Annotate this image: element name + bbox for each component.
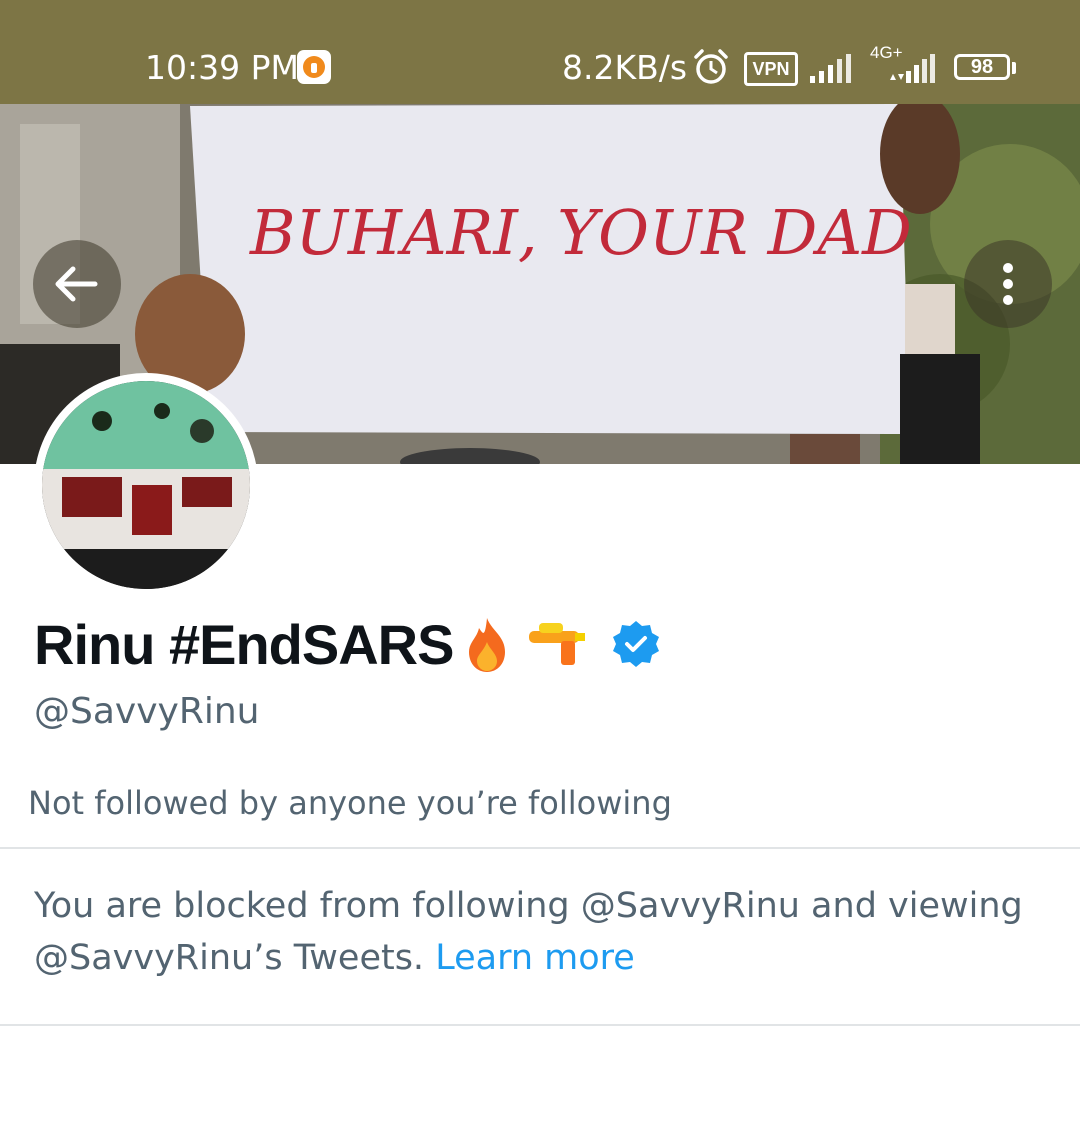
battery-icon: 98	[954, 54, 1010, 80]
divider	[0, 847, 1080, 849]
banner-sign-text: BUHARI, YOUR DAD	[249, 196, 912, 269]
vpn-app-notification-icon	[297, 50, 331, 84]
back-button[interactable]	[33, 240, 121, 328]
learn-more-link[interactable]: Learn more	[435, 938, 635, 978]
avatar[interactable]	[34, 373, 258, 597]
battery-tip	[1012, 62, 1016, 74]
more-options-button[interactable]	[964, 240, 1052, 328]
signal-strength-2-icon	[890, 54, 935, 83]
avatar-image	[42, 381, 250, 589]
name-row: Rinu #EndSARS	[34, 612, 661, 676]
vpn-badge: VPN	[744, 52, 798, 86]
status-time: 10:39 PM	[145, 48, 299, 87]
followed-by-text: Not followed by anyone you’re following	[28, 784, 672, 822]
alarm-icon	[694, 49, 728, 84]
arrow-left-icon	[55, 266, 98, 302]
battery-level: 98	[970, 56, 994, 78]
display-name: Rinu #EndSARS	[34, 612, 454, 676]
divider	[0, 1024, 1080, 1026]
user-handle: @SavvyRinu	[34, 691, 260, 732]
status-bar: 10:39 PM 8.2KB/s VPN 4G+ 98	[0, 0, 1080, 104]
blocked-message: You are blocked from following @SavvyRin…	[34, 880, 1044, 984]
signal-strength-icon	[810, 54, 851, 83]
network-speed: 8.2KB/s	[562, 48, 688, 87]
vertical-dots-icon	[1003, 263, 1013, 305]
fire-emoji-icon	[469, 618, 506, 672]
water-pistol-emoji-icon	[529, 623, 586, 665]
verified-badge-icon	[613, 621, 660, 667]
